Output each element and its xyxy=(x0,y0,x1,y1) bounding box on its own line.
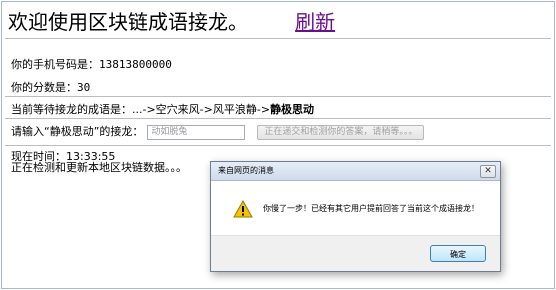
divider xyxy=(5,145,551,146)
answer-line: 请输入“静极思动”的接龙： 动如脱兔 正在递交和检测你的答案，请稍等。。。 xyxy=(11,123,425,140)
alert-dialog: 来自网页的消息 ✕ 你慢了一步！已经有其它用户提前回答了当前这个成语接龙！ 确定 xyxy=(210,161,501,272)
dialog-title: 来自网页的消息 xyxy=(218,166,274,175)
phone-line: 你的手机号码是：13813800000 xyxy=(11,56,172,72)
score-value: 30 xyxy=(77,81,91,94)
dialog-footer: 确定 xyxy=(211,235,500,271)
phone-label: 你的手机号码是： xyxy=(11,58,99,71)
browser-page: 欢迎使用区块链成语接龙。 刷新 你的手机号码是：13813800000 你的分数… xyxy=(1,1,555,289)
idiom-chain-line: 当前等待接龙的成语是：...->空穴来风->风平浪静->静极思动 xyxy=(11,101,314,117)
close-icon[interactable]: ✕ xyxy=(480,165,496,178)
status-block: 现在时间：13:33:55 正在检测和更新本地区块链数据。。。 xyxy=(11,151,187,173)
divider xyxy=(5,38,551,39)
answer-input[interactable]: 动如脱兔 xyxy=(147,124,246,140)
dialog-body: 你慢了一步！已经有其它用户提前回答了当前这个成语接龙！ xyxy=(211,181,500,235)
dialog-message: 你慢了一步！已经有其它用户提前回答了当前这个成语接龙！ xyxy=(263,204,479,213)
header: 欢迎使用区块链成语接龙。 刷新 xyxy=(8,6,335,35)
warning-icon xyxy=(233,200,253,218)
sync-status: 正在检测和更新本地区块链数据。。。 xyxy=(11,161,187,174)
divider xyxy=(5,96,551,97)
ok-button[interactable]: 确定 xyxy=(430,245,486,262)
submit-status-button[interactable]: 正在递交和检测你的答案，请稍等。。。 xyxy=(257,124,425,140)
phone-value: 13813800000 xyxy=(99,58,172,71)
score-line: 你的分数是：30 xyxy=(11,79,90,95)
dialog-titlebar: 来自网页的消息 ✕ xyxy=(211,162,500,181)
waiting-label: 当前等待接龙的成语是： xyxy=(11,103,132,116)
score-label: 你的分数是： xyxy=(11,81,77,94)
idiom-chain: ...->空穴来风->风平浪静-> xyxy=(132,103,271,116)
answer-prompt: 请输入“静极思动”的接龙： xyxy=(11,125,144,138)
divider xyxy=(5,118,551,119)
page-title: 欢迎使用区块链成语接龙。 xyxy=(8,10,248,34)
refresh-link[interactable]: 刷新 xyxy=(295,10,335,34)
current-idiom: 静极思动 xyxy=(270,103,315,116)
